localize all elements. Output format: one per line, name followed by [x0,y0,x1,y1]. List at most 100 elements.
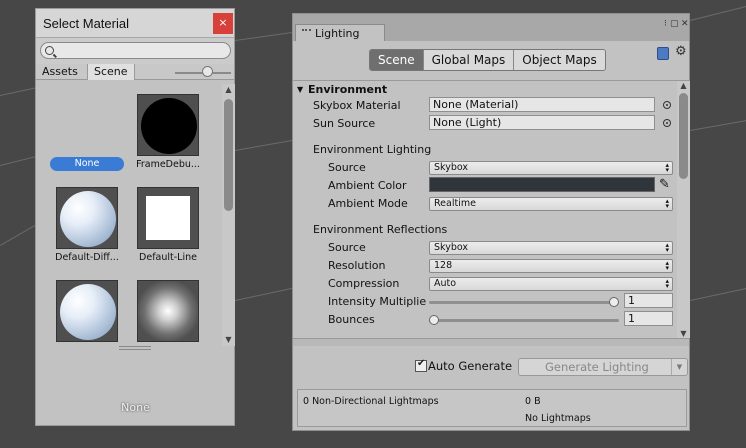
bounces-value-field[interactable]: 1 [624,311,673,326]
close-icon[interactable]: ✕ [681,19,689,29]
scroll-up-icon[interactable]: ▲ [677,81,690,90]
field-label: Source [328,161,366,174]
skybox-material-field[interactable]: None (Material) [429,97,655,112]
preview-name: None [121,401,150,414]
auto-generate-label: Auto Generate [428,359,513,373]
window-tabstrip: Lighting ⁝ ▢ ✕ [293,14,689,41]
object-picker-icon[interactable] [663,101,671,109]
scene-grid-line [690,119,746,131]
maximize-icon[interactable]: ▢ [670,19,679,29]
zoom-slider-thumb[interactable] [202,66,213,77]
field-label: Ambient Color [328,179,407,192]
lighting-tab-icon [302,29,311,37]
search-input[interactable] [40,42,231,59]
select-material-window: Select Material × Assets Scene None Fram… [35,8,235,426]
field-label: Ambient Mode [328,197,408,210]
window-title: Select Material [36,9,234,38]
material-item[interactable] [130,280,206,342]
dropdown-caret-icon: ▴ ▾ [665,161,669,174]
material-thumbnail [56,187,118,249]
tab-assets[interactable]: Assets [36,64,84,80]
tab-lighting[interactable]: Lighting [295,24,385,41]
scene-grid-line [0,225,36,246]
lightmaps-status: No Lightmaps [525,413,591,424]
lightmaps-size: 0 B [525,396,541,407]
ambient-mode-row: Ambient Mode Realtime ▴ ▾ [293,195,677,213]
sun-source-field[interactable]: None (Light) [429,115,655,130]
dropdown-caret-icon: ▴ ▾ [665,259,669,272]
tab-lighting-label: Lighting [315,26,360,40]
scene-grid-line [235,287,294,301]
material-thumbnail [137,280,199,342]
scroll-up-icon[interactable]: ▲ [222,84,235,96]
environment-inspector: ▼ Environment Skybox Material None (Mate… [293,81,677,338]
material-item-none[interactable]: None [49,157,125,171]
lightmaps-count: 0 Non-Directional Lightmaps [303,396,439,407]
inspector-scrollbar[interactable]: ▲ ▼ [677,81,690,338]
source-dropdown[interactable]: Skybox ▴ ▾ [429,161,673,175]
tab-global-maps[interactable]: Global Maps [423,50,515,70]
scene-grid-line [690,5,746,21]
scene-grid-line [0,86,40,96]
field-label: Skybox Material [313,99,401,112]
compression-dropdown[interactable]: Auto ▴ ▾ [429,277,673,291]
bounces-slider-thumb[interactable] [429,315,439,325]
compression-row: Compression Auto ▴ ▾ [293,275,677,293]
field-label: Sun Source [313,117,376,130]
tab-scene[interactable]: Scene [370,50,424,70]
material-item[interactable]: Default-Diff... [49,187,125,263]
grid-scrollbar[interactable]: ▲ ▼ [222,84,235,346]
tab-scene[interactable]: Scene [87,64,135,80]
material-thumbnail [137,94,199,156]
scene-grid-line [235,139,295,151]
help-book-icon[interactable] [657,47,669,60]
scene-grid-line [0,155,40,166]
generate-lighting-button[interactable]: Generate Lighting ▼ [518,358,688,376]
bounces-slider[interactable] [429,319,619,322]
close-button[interactable]: × [213,13,233,34]
object-picker-icon[interactable] [663,119,671,127]
scrollbar-thumb[interactable] [224,99,233,211]
resolution-dropdown[interactable]: 128 ▴ ▾ [429,259,673,273]
window-menu-icon[interactable]: ⁝ [664,19,667,29]
ambient-mode-dropdown[interactable]: Realtime ▴ ▾ [429,197,673,211]
ambient-color-swatch[interactable] [429,177,655,192]
gear-icon[interactable]: ⚙ [675,44,687,59]
scrollbar-thumb[interactable] [679,93,688,179]
environment-lighting-header: Environment Lighting [293,141,677,159]
dropdown-caret-icon: ▴ ▾ [665,277,669,290]
reflection-source-dropdown[interactable]: Skybox ▴ ▾ [429,241,673,255]
field-label: Resolution [328,259,386,272]
material-thumbnail [56,280,118,342]
tab-object-maps[interactable]: Object Maps [514,50,605,70]
material-name: Default-Diff... [55,252,119,263]
intensity-slider-thumb[interactable] [609,297,619,307]
none-item-label: None [50,157,124,171]
auto-generate-toggle[interactable]: Auto Generate [415,358,513,373]
intensity-value-field[interactable]: 1 [624,293,673,308]
resolution-row: Resolution 128 ▴ ▾ [293,257,677,275]
foldout-expanded-icon: ▼ [297,85,304,94]
scene-grid-line [235,31,295,41]
intensity-slider[interactable] [429,301,619,304]
eyedropper-icon[interactable]: ✎ [659,177,670,192]
material-item[interactable]: FrameDebu... [130,94,206,170]
dropdown-caret-icon: ▴ ▾ [665,197,669,210]
auto-generate-checkbox[interactable] [415,358,427,372]
dropdown-caret-icon: ▴ ▾ [665,241,669,254]
panel-splitter[interactable] [293,338,689,346]
field-label: Intensity Multiplie [328,295,427,308]
material-name: Default-Line [139,252,197,263]
generate-lighting-label: Generate Lighting [545,360,649,374]
bounces-row: Bounces 1 [293,311,677,329]
subsection-label: Environment Lighting [313,143,432,156]
scroll-down-icon[interactable]: ▼ [677,329,690,338]
material-item[interactable] [49,280,125,342]
field-label: Bounces [328,313,375,326]
preview-splitter[interactable] [36,343,235,353]
material-grid: None FrameDebu... Default-Diff... Defaul… [36,84,221,346]
field-label: Compression [328,277,400,290]
section-header: Environment [308,83,388,96]
dropdown-caret-icon[interactable]: ▼ [671,359,687,375]
material-item[interactable]: Default-Line [130,187,206,263]
